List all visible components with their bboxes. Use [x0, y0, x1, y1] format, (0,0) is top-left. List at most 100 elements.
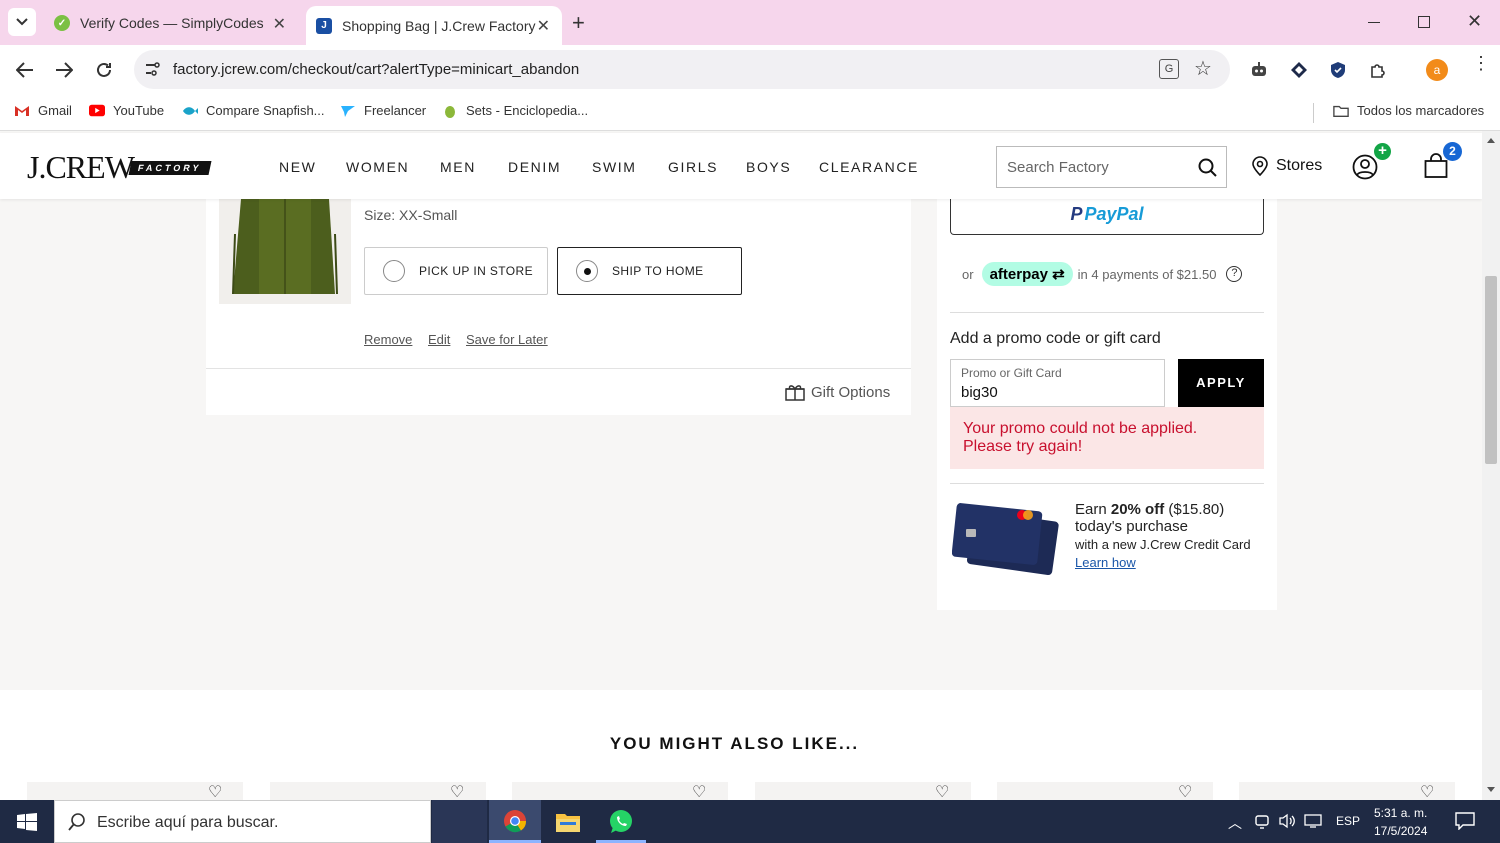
tab-title: Verify Codes — SimplyCodes [80, 15, 264, 31]
freelancer-icon [340, 104, 356, 118]
bookmark-youtube[interactable]: YouTube [89, 103, 164, 118]
pickup-radio[interactable] [383, 260, 405, 282]
close-tab-icon[interactable]: ✕ [273, 14, 286, 34]
bookmark-freelancer[interactable]: Freelancer [340, 103, 426, 118]
heart-icon[interactable]: ♡ [1420, 782, 1434, 800]
jcrew-factory-logo[interactable]: J.CREW FACTORY [27, 149, 211, 186]
tab-shopping-bag[interactable]: J Shopping Bag | J.Crew Factory ✕ [306, 6, 562, 45]
bookmarks-bar: Gmail YouTube Compare Snapfish... Freela… [0, 95, 1500, 131]
stores-link[interactable]: Stores [1252, 156, 1322, 176]
forward-icon[interactable] [52, 58, 76, 82]
promo-heading: Add a promo code or gift card [950, 330, 1161, 347]
tray-chevron-icon[interactable]: ︿ [1228, 813, 1242, 833]
scrollbar-thumb[interactable] [1485, 276, 1497, 464]
simplycodes-favicon-icon: ✓ [54, 15, 70, 31]
network-icon[interactable] [1304, 813, 1322, 829]
extension-shield-icon[interactable] [1326, 58, 1350, 82]
summary-divider [950, 483, 1264, 484]
heart-icon[interactable]: ♡ [450, 782, 464, 800]
scroll-up-icon[interactable] [1487, 138, 1495, 143]
nav-boys[interactable]: BOYS [746, 159, 791, 175]
afterpay-or: or [962, 266, 974, 282]
heart-icon[interactable]: ♡ [1178, 782, 1192, 800]
card-line3: with a new J.Crew Credit Card [1075, 537, 1251, 552]
back-icon[interactable] [13, 58, 37, 82]
close-window-icon[interactable]: ✕ [1467, 11, 1482, 32]
nav-swim[interactable]: SWIM [592, 159, 637, 175]
heart-icon[interactable]: ♡ [935, 782, 949, 800]
account-icon[interactable] [1352, 154, 1378, 180]
pickup-in-store-option[interactable]: PICK UP IN STORE [364, 247, 548, 295]
edit-link[interactable]: Edit [428, 332, 450, 347]
all-bookmarks[interactable]: Todos los marcadores [1333, 103, 1484, 118]
close-tab-icon[interactable]: ✕ [537, 16, 550, 36]
tray-meet-icon[interactable] [1254, 813, 1270, 829]
ship-to-home-option[interactable]: SHIP TO HOME [557, 247, 742, 295]
nav-new[interactable]: NEW [279, 159, 316, 175]
bookmark-gmail[interactable]: Gmail [14, 103, 72, 118]
bookmark-label: Sets - Enciclopedia... [466, 103, 589, 118]
save-for-later-link[interactable]: Save for Later [466, 332, 548, 347]
extensions-puzzle-icon[interactable] [1366, 58, 1390, 82]
gift-options-button[interactable]: Gift Options [785, 383, 890, 401]
promo-input-label: Promo or Gift Card [961, 366, 1062, 380]
profile-avatar[interactable]: a [1426, 59, 1448, 81]
promo-input[interactable]: Promo or Gift Card big30 [950, 359, 1165, 407]
bookmarks-divider [1313, 103, 1314, 123]
stores-label: Stores [1276, 157, 1323, 174]
bookmark-snapfish[interactable]: Compare Snapfish... [182, 103, 325, 118]
clock[interactable]: 5:31 a. m. 17/5/2024 [1374, 804, 1427, 840]
nav-girls[interactable]: GIRLS [668, 159, 718, 175]
restore-icon[interactable] [1418, 16, 1430, 28]
ship-radio-selected[interactable] [576, 260, 598, 282]
taskview-app[interactable] [432, 800, 487, 843]
credit-card-image [952, 501, 1062, 581]
extension-diamond-icon[interactable] [1287, 58, 1311, 82]
whatsapp-app[interactable] [596, 800, 646, 843]
taskbar-search[interactable]: Escribe aquí para buscar. [54, 800, 431, 843]
paypal-button[interactable]: P PayPal [950, 195, 1264, 235]
site-search-input[interactable]: Search Factory [996, 146, 1227, 188]
extension-robot-icon[interactable] [1247, 58, 1271, 82]
bookmark-star-icon[interactable]: ☆ [1194, 56, 1212, 81]
gmail-icon [14, 104, 30, 118]
credit-card-promo-text: Earn 20% off ($15.80) today's purchase w… [1075, 501, 1275, 570]
paypal-logo-icon: P [1070, 204, 1083, 224]
heart-icon[interactable]: ♡ [692, 782, 706, 800]
nav-denim[interactable]: DENIM [508, 159, 561, 175]
bookmark-sets[interactable]: Sets - Enciclopedia... [442, 103, 588, 118]
recommendations-section: YOU MIGHT ALSO LIKE... ♡ ♡ ♡ ♡ ♡ ♡ [0, 690, 1482, 800]
url-text[interactable]: factory.jcrew.com/checkout/cart?alertTyp… [173, 61, 579, 78]
learn-how-link[interactable]: Learn how [1075, 555, 1275, 570]
browser-toolbar: factory.jcrew.com/checkout/cart?alertTyp… [0, 45, 1500, 95]
nav-men[interactable]: MEN [440, 159, 476, 175]
remove-link[interactable]: Remove [364, 332, 412, 347]
tab-search-chevron-icon[interactable] [8, 8, 36, 36]
notifications-icon[interactable] [1455, 812, 1475, 830]
nav-clearance[interactable]: CLEARANCE [819, 159, 919, 175]
new-tab-icon[interactable]: + [572, 10, 585, 36]
minimize-icon[interactable] [1368, 22, 1380, 23]
address-bar[interactable]: factory.jcrew.com/checkout/cart?alertTyp… [134, 50, 1230, 89]
windows-start-icon[interactable] [17, 813, 37, 831]
chrome-app[interactable] [489, 800, 541, 843]
reload-icon[interactable] [92, 58, 116, 82]
file-explorer-app[interactable] [555, 811, 581, 833]
tab-verify-codes[interactable]: ✓ Verify Codes — SimplyCodes ✕ [48, 6, 298, 40]
heart-icon[interactable]: ♡ [208, 782, 222, 800]
product-image[interactable] [219, 199, 351, 304]
promo-input-value[interactable]: big30 [961, 384, 998, 401]
translate-icon[interactable]: G [1159, 59, 1179, 79]
language-indicator[interactable]: ESP [1336, 814, 1360, 828]
site-info-icon[interactable] [144, 61, 160, 77]
search-icon[interactable] [1198, 158, 1217, 177]
card-divider [206, 368, 911, 369]
apply-button[interactable]: APPLY [1178, 359, 1264, 407]
scroll-down-icon[interactable] [1487, 787, 1495, 792]
page-scrollbar[interactable] [1482, 131, 1500, 800]
bookmark-label: Todos los marcadores [1357, 103, 1485, 118]
help-circle-icon[interactable]: ? [1226, 266, 1243, 282]
volume-icon[interactable] [1278, 813, 1296, 829]
nav-women[interactable]: WOMEN [346, 159, 409, 175]
menu-kebab-icon[interactable]: ⋮ [1472, 54, 1490, 72]
